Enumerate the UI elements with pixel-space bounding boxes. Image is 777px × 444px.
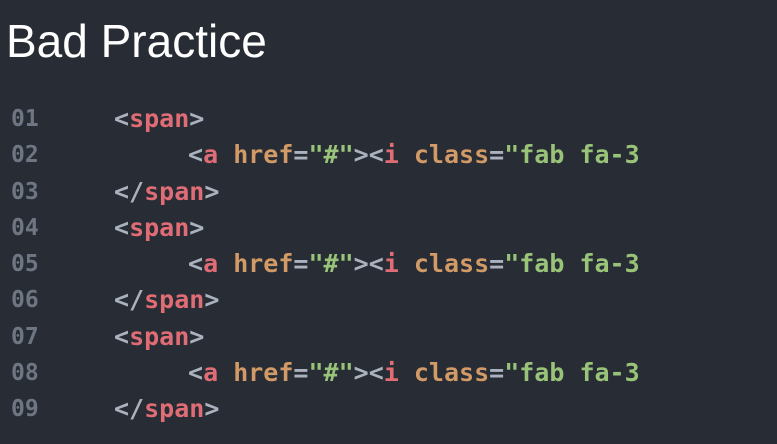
attribute-name: href bbox=[233, 249, 294, 279]
tag-close-bracket: > bbox=[204, 285, 220, 315]
tag-name: i bbox=[383, 249, 399, 279]
tag-open-bracket: </ bbox=[114, 285, 145, 315]
tag-close-bracket: > bbox=[204, 394, 220, 424]
code-line: 06 </span> bbox=[0, 282, 777, 318]
code-text: <span> bbox=[114, 319, 723, 355]
line-number: 03 bbox=[11, 178, 39, 205]
attribute-name: class bbox=[413, 140, 490, 170]
tag-name: i bbox=[383, 140, 399, 170]
tag-open-bracket: < bbox=[114, 212, 130, 242]
tag-name: span bbox=[129, 321, 190, 351]
tag-close-bracket: > bbox=[204, 176, 220, 206]
tag-name: a bbox=[203, 249, 219, 279]
equals-sign: = bbox=[293, 249, 309, 279]
code-block: 01 <span> 02 <a href="#"><i class="fab f… bbox=[0, 101, 777, 431]
tag-close-bracket: > bbox=[189, 104, 205, 133]
tag-name: span bbox=[129, 212, 190, 242]
equals-sign: = bbox=[293, 140, 309, 170]
tag-open-bracket: < bbox=[368, 358, 384, 388]
tag-open-bracket: </ bbox=[114, 176, 145, 206]
tag-open-bracket: < bbox=[114, 104, 130, 133]
code-text: </span> bbox=[114, 174, 723, 210]
tag-open-bracket: < bbox=[188, 140, 204, 170]
code-line: 03 </span> bbox=[0, 174, 777, 210]
attribute-value: "#" bbox=[308, 358, 354, 388]
code-line: 09 </span> bbox=[0, 391, 777, 427]
code-text: </span> bbox=[114, 282, 723, 318]
attribute-name: class bbox=[413, 358, 490, 388]
line-number: 06 bbox=[11, 287, 39, 314]
tag-name: span bbox=[144, 394, 205, 424]
page-title: Bad Practice bbox=[6, 15, 267, 67]
attribute-value: "fab fa-3 bbox=[504, 140, 640, 170]
code-text: <span> bbox=[114, 210, 723, 246]
tag-close-bracket: > bbox=[353, 358, 369, 388]
tag-name: a bbox=[203, 140, 219, 170]
tag-close-bracket: > bbox=[353, 249, 369, 279]
tag-open-bracket: < bbox=[368, 249, 384, 279]
attribute-name: href bbox=[233, 140, 294, 170]
tag-open-bracket: < bbox=[114, 321, 130, 351]
attribute-name: href bbox=[233, 358, 294, 388]
line-number: 01 bbox=[11, 106, 39, 132]
code-line: 04 <span> bbox=[0, 210, 777, 246]
equals-sign: = bbox=[293, 358, 309, 388]
line-number: 08 bbox=[11, 360, 39, 387]
code-line: 02 <a href="#"><i class="fab fa-3 bbox=[0, 137, 777, 173]
tag-name: span bbox=[144, 285, 205, 315]
line-number: 05 bbox=[11, 251, 39, 278]
tag-close-bracket: > bbox=[189, 212, 205, 242]
equals-sign: = bbox=[489, 249, 505, 279]
tag-open-bracket: < bbox=[368, 140, 384, 170]
code-line: 05 <a href="#"><i class="fab fa-3 bbox=[0, 246, 777, 282]
tag-open-bracket: < bbox=[188, 249, 204, 279]
tag-name: span bbox=[144, 176, 205, 206]
line-number: 04 bbox=[11, 214, 39, 241]
code-line: 01 <span> bbox=[0, 101, 777, 137]
attribute-value: "#" bbox=[308, 249, 354, 279]
tag-name: a bbox=[203, 358, 219, 388]
tag-name: span bbox=[129, 104, 190, 133]
code-line: 07 <span> bbox=[0, 319, 777, 355]
equals-sign: = bbox=[489, 358, 505, 388]
tag-close-bracket: > bbox=[189, 321, 205, 351]
tag-open-bracket: </ bbox=[114, 394, 145, 424]
attribute-value: "fab fa-3 bbox=[504, 249, 640, 279]
tag-open-bracket: < bbox=[188, 358, 204, 388]
line-number: 02 bbox=[11, 142, 39, 169]
line-number: 09 bbox=[11, 396, 39, 423]
code-text: <span> bbox=[114, 101, 723, 137]
line-number: 07 bbox=[11, 323, 39, 350]
code-line: 08 <a href="#"><i class="fab fa-3 bbox=[0, 355, 777, 391]
attribute-value: "#" bbox=[308, 140, 354, 170]
code-text: <a href="#"><i class="fab fa-3 bbox=[114, 246, 723, 282]
tag-close-bracket: > bbox=[353, 140, 369, 170]
attribute-value: "fab fa-3 bbox=[504, 358, 640, 388]
tag-name: i bbox=[383, 358, 399, 388]
attribute-name: class bbox=[413, 249, 490, 279]
code-text: <a href="#"><i class="fab fa-3 bbox=[114, 355, 723, 391]
code-text: </span> bbox=[114, 391, 723, 427]
equals-sign: = bbox=[489, 140, 505, 170]
code-text: <a href="#"><i class="fab fa-3 bbox=[114, 137, 723, 173]
